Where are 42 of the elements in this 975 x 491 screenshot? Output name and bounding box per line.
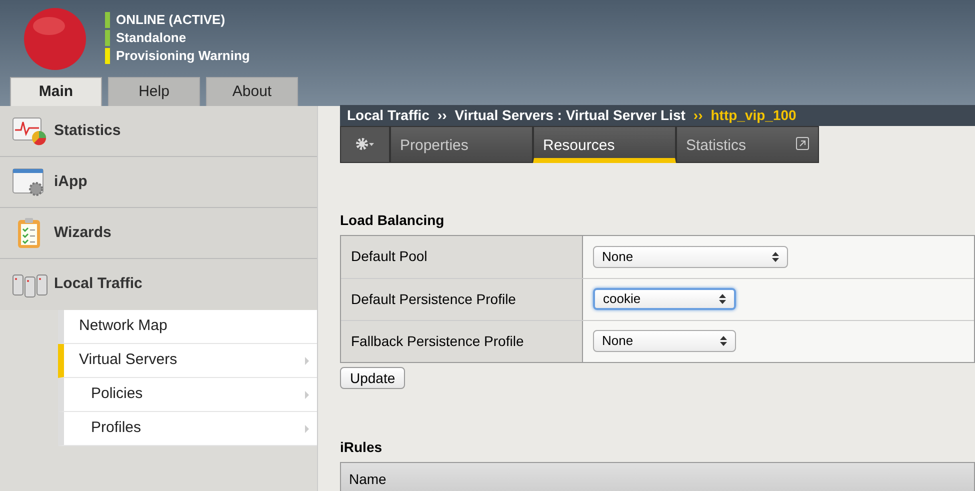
- submenu-arrow-icon: [305, 390, 309, 398]
- content-tab[interactable]: Properties: [390, 126, 533, 162]
- dropdown-select[interactable]: cookie: [593, 288, 736, 310]
- nav-tab[interactable]: Main: [10, 77, 102, 106]
- breadcrumb-separator: ››: [437, 106, 447, 125]
- content-tab[interactable]: Statistics: [676, 126, 819, 162]
- sidebar-item[interactable]: Local Traffic: [0, 259, 317, 310]
- chart-icon: [12, 116, 48, 146]
- column-header: Name: [348, 470, 386, 488]
- dropdown-select[interactable]: None: [593, 330, 736, 352]
- field-label: Default Persistence Profile: [341, 278, 583, 320]
- submenu-arrow-icon: [305, 424, 309, 432]
- sidebar-item[interactable]: Statistics: [0, 106, 317, 157]
- submenu-item[interactable]: Policies: [58, 378, 317, 412]
- status-text: Provisioning Warning: [116, 48, 250, 64]
- status-text: Standalone: [116, 30, 186, 46]
- settings-icon: [355, 137, 375, 152]
- section-title: Load Balancing: [340, 210, 446, 230]
- updown-caret-icon: [720, 336, 727, 346]
- field-label: Fallback Persistence Profile: [341, 320, 583, 362]
- sidebar-item[interactable]: iApp: [0, 157, 317, 208]
- field-label: Default Pool: [341, 236, 583, 278]
- external-link-icon: [796, 137, 809, 150]
- sidebar-item[interactable]: Wizards: [0, 208, 317, 259]
- status-text: ONLINE (ACTIVE): [116, 12, 226, 28]
- settings-menu-button[interactable]: [340, 126, 390, 162]
- breadcrumb-link[interactable]: Local Traffic: [347, 105, 430, 126]
- section-title: iRules: [340, 438, 384, 456]
- nav-tab[interactable]: Help: [108, 77, 200, 106]
- dropdown-select[interactable]: None: [593, 246, 788, 268]
- nav-tab[interactable]: About: [206, 77, 298, 106]
- breadcrumb-current: http_vip_100: [710, 106, 796, 125]
- updown-caret-icon: [719, 294, 726, 304]
- updown-caret-icon: [772, 252, 779, 262]
- submenu-arrow-icon: [305, 356, 309, 364]
- breadcrumb-separator: ››: [693, 106, 703, 125]
- update-button[interactable]: Update: [340, 366, 406, 388]
- submenu-item[interactable]: Profiles: [58, 412, 317, 446]
- submenu-item[interactable]: Virtual Servers: [58, 344, 317, 378]
- content-tab[interactable]: Resources: [533, 126, 676, 162]
- breadcrumb-link[interactable]: Virtual Servers : Virtual Server List: [454, 105, 686, 126]
- submenu-item[interactable]: Network Map: [58, 310, 317, 344]
